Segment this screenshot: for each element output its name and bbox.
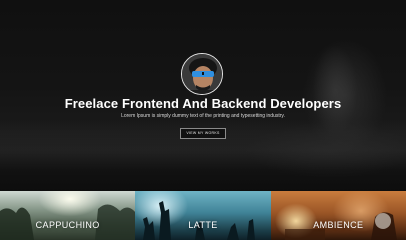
view-my-works-button[interactable]: VIEW MY WORKS (180, 128, 226, 139)
tile-ambience[interactable]: AMBIENCE (270, 191, 406, 240)
tile-cappuchino[interactable]: CAPPUCHINO (0, 191, 136, 240)
hero-title: Freelace Frontend And Backend Developers (64, 96, 342, 111)
category-tiles: CAPPUCHINO LATTE AMBIENCE (0, 191, 406, 240)
hero-subtitle: Lorem Ipsum is simply dummy text of the … (121, 113, 285, 119)
tile-label: AMBIENCE (313, 220, 364, 230)
profile-avatar (181, 53, 223, 95)
hero-section: Freelace Frontend And Backend Developers… (0, 0, 406, 191)
tile-cappuchino-image (0, 204, 136, 240)
tile-ambience-image (284, 212, 397, 240)
tile-label: CAPPUCHINO (35, 220, 100, 230)
tile-label: LATTE (188, 220, 218, 230)
tile-latte-image (143, 201, 256, 240)
tile-latte[interactable]: LATTE (135, 191, 271, 240)
